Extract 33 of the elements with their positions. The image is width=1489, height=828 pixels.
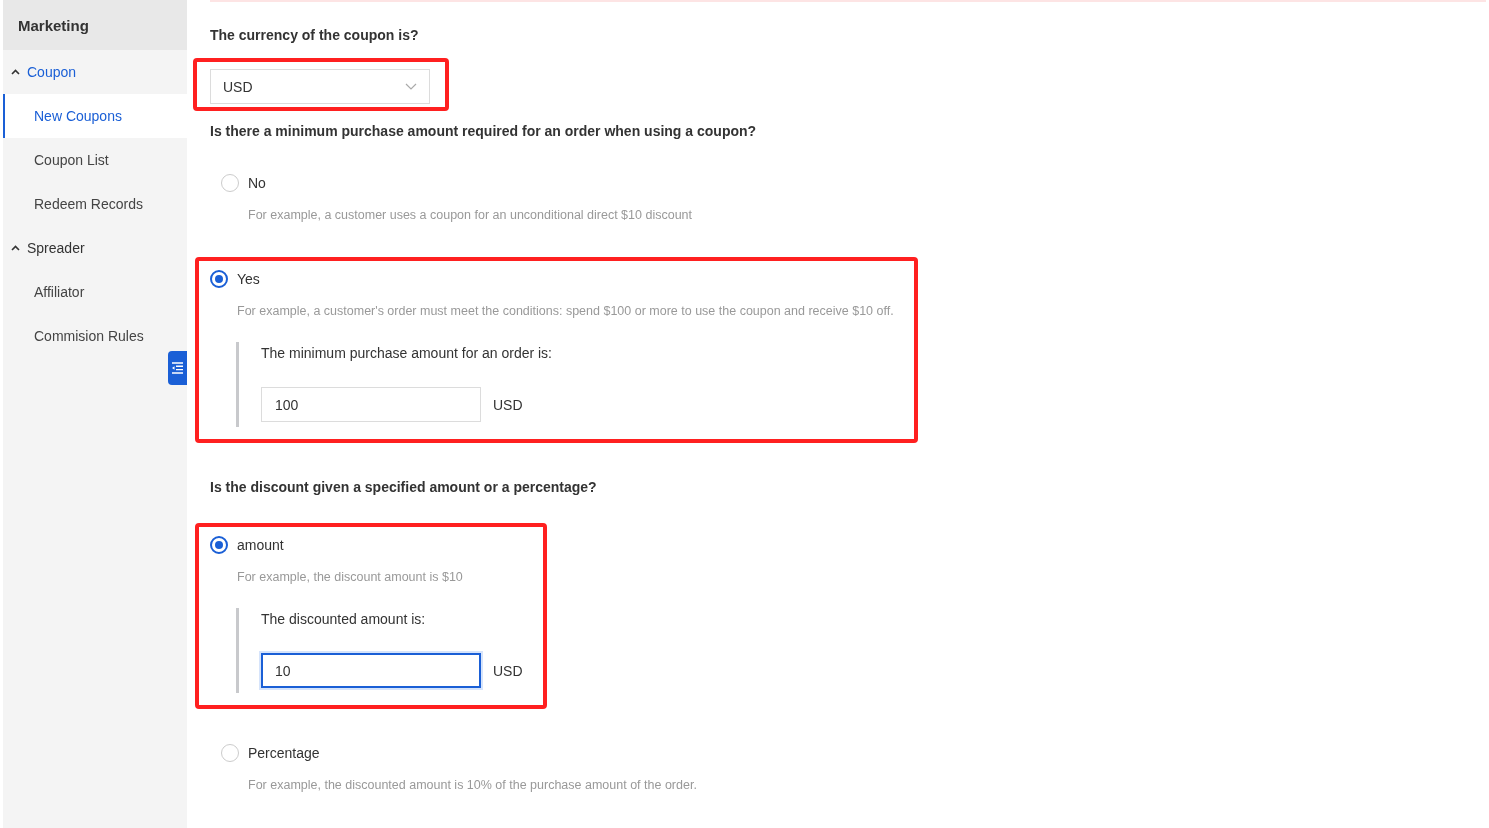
collapse-button[interactable] (168, 351, 187, 385)
sidebar-title: Marketing (18, 16, 89, 34)
field-label: The minimum purchase amount for an order is: (261, 344, 553, 363)
menu-item[interactable]: New Coupons (3, 94, 187, 138)
menu-item[interactable]: Commision Rules (3, 314, 163, 358)
caret-up-icon (11, 245, 20, 251)
field-label: The discounted amount is: (261, 610, 427, 629)
chevron-down-icon (405, 83, 417, 90)
hint-text: For example, the discount amount is $10 (237, 569, 464, 586)
amount-input[interactable]: 100 (261, 387, 481, 422)
hint-text: For example, a customer uses a coupon for an unconditional direct $10 discount (248, 207, 693, 224)
question-text: Is the discount given a specified amount or a percentage? (210, 478, 598, 497)
menu-item[interactable]: Redeem Records (3, 182, 163, 226)
question-text: Is there a minimum purchase amount required for an order when using a coupon? (210, 122, 758, 141)
option-label: Yes (237, 271, 260, 287)
radio-button[interactable] (210, 536, 228, 554)
unit-label: USD (493, 396, 523, 413)
radio-button[interactable] (210, 270, 228, 288)
option-label: No (248, 175, 266, 191)
menu-group[interactable]: Coupon (3, 50, 187, 94)
option-label: Percentage (248, 745, 320, 761)
amount-input[interactable]: 10 (261, 653, 481, 688)
currency-select[interactable]: USD (210, 69, 430, 104)
menu-group[interactable]: Spreader (3, 226, 187, 270)
unit-label: USD (493, 662, 523, 679)
caret-up-icon (11, 69, 20, 75)
menu-item[interactable]: Affiliator (3, 270, 163, 314)
hint-text: For example, the discounted amount is 10% of the purchase amount of the order. (248, 777, 698, 794)
hint-text: For example, a customer's order must meet the conditions: spend $100 or more to use the coupon and receive $10 off. (237, 303, 894, 320)
question-text: The currency of the coupon is? (210, 26, 420, 45)
menu-item[interactable]: Coupon List (3, 138, 163, 182)
menu-fold-icon (171, 362, 184, 374)
option-label: amount (237, 537, 284, 553)
